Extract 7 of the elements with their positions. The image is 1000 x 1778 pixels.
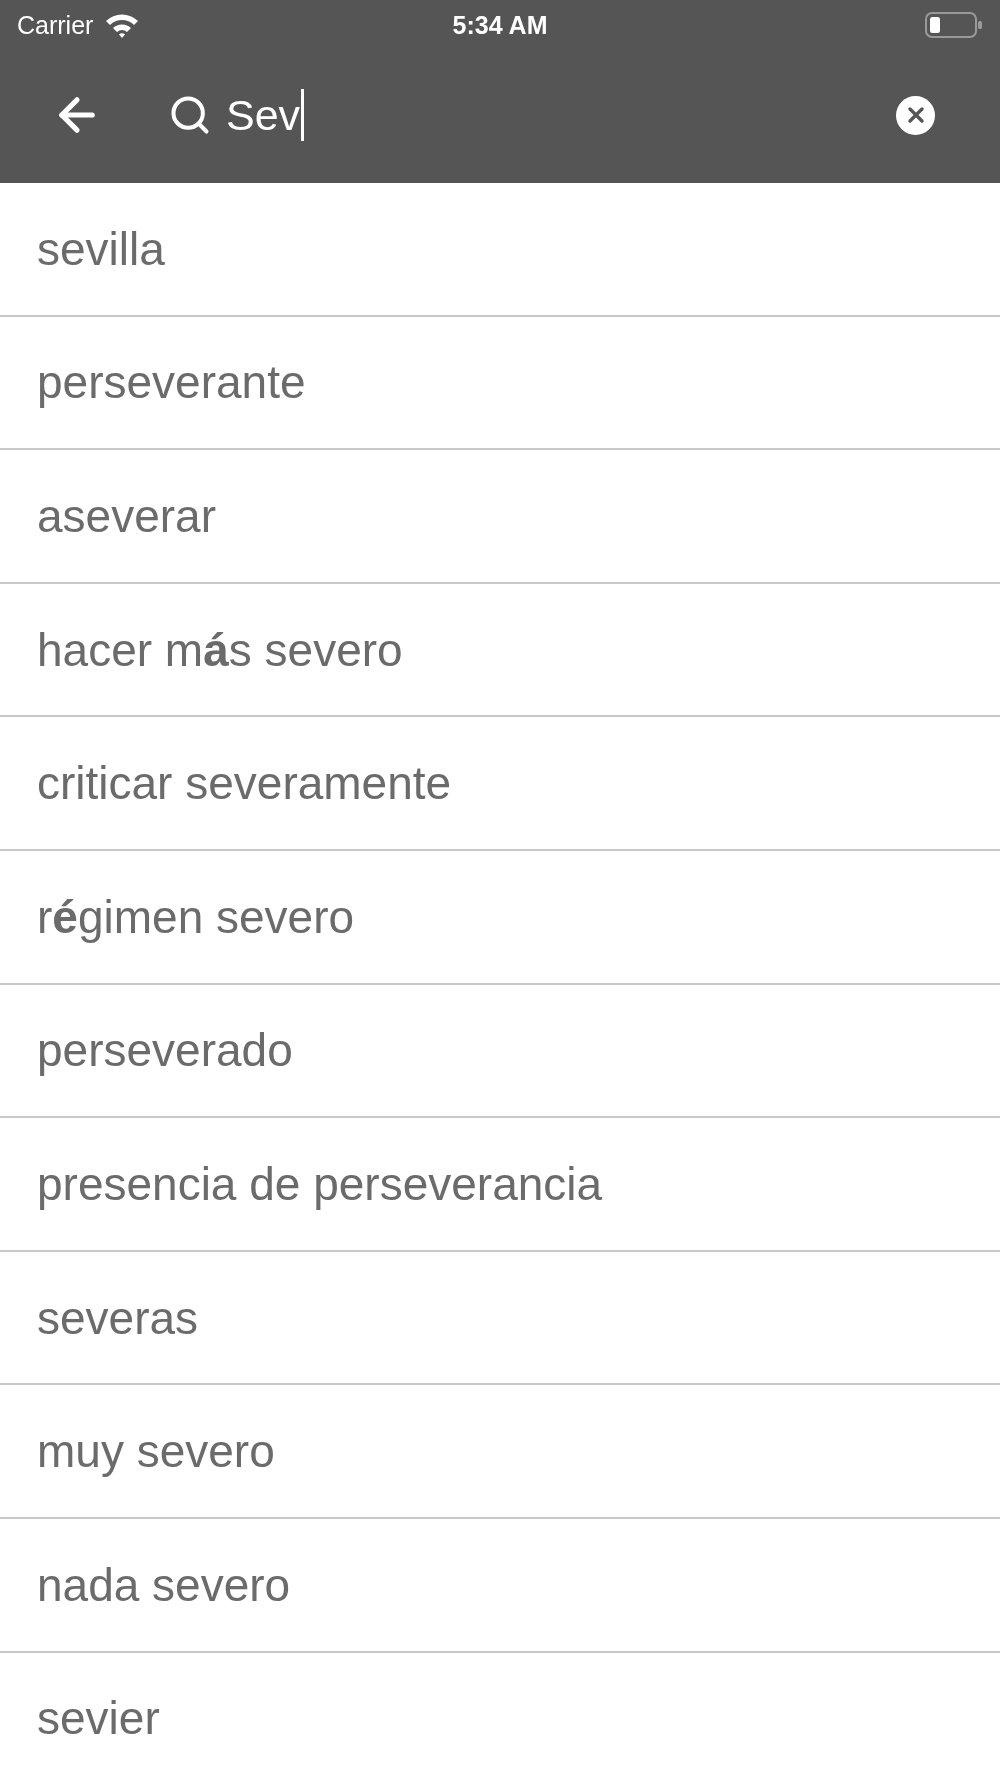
search-icon <box>168 93 212 137</box>
battery-icon <box>925 12 983 38</box>
search-field[interactable]: Sev <box>168 87 896 143</box>
clear-button[interactable] <box>896 95 935 135</box>
carrier-label: Carrier <box>17 12 94 38</box>
wifi-icon <box>105 12 140 38</box>
status-time: 5:34 AM <box>452 12 548 38</box>
